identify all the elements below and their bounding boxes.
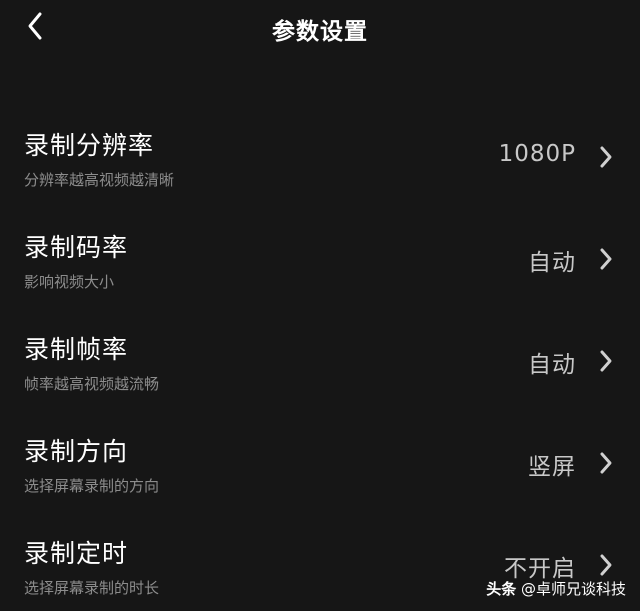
watermark: 头条 @卓师兄谈科技 bbox=[486, 578, 626, 599]
watermark-brand: 头条 bbox=[486, 580, 517, 598]
chevron-right-icon bbox=[598, 552, 614, 578]
setting-title: 录制帧率 bbox=[24, 335, 129, 364]
setting-description: 帧率越高视频越流畅 bbox=[24, 375, 160, 393]
setting-row-framerate[interactable]: 录制帧率 帧率越高视频越流畅 自动 bbox=[0, 308, 640, 410]
setting-value: 1080P bbox=[498, 141, 576, 167]
chevron-right-icon bbox=[598, 246, 614, 272]
setting-row-bitrate[interactable]: 录制码率 影响视频大小 自动 bbox=[0, 206, 640, 308]
setting-row-resolution[interactable]: 录制分辨率 分辨率越高视频越清晰 1080P bbox=[0, 104, 640, 206]
nav-bar: 参数设置 bbox=[0, 0, 640, 58]
page-title: 参数设置 bbox=[272, 19, 368, 45]
chevron-right-icon bbox=[598, 348, 614, 374]
setting-description: 选择屏幕录制的时长 bbox=[24, 579, 160, 597]
setting-title: 录制定时 bbox=[24, 539, 129, 568]
chevron-right-icon bbox=[598, 450, 614, 476]
setting-title: 录制码率 bbox=[24, 233, 129, 262]
setting-value: 自动 bbox=[528, 352, 576, 378]
settings-screen: 参数设置 录制分辨率 分辨率越高视频越清晰 1080P 录制码率 影响视频大小 … bbox=[0, 0, 640, 611]
setting-row-orientation[interactable]: 录制方向 选择屏幕录制的方向 竖屏 bbox=[0, 410, 640, 512]
watermark-handle: @卓师兄谈科技 bbox=[520, 580, 626, 598]
chevron-right-icon bbox=[598, 144, 614, 170]
setting-description: 选择屏幕录制的方向 bbox=[24, 477, 160, 495]
setting-title: 录制分辨率 bbox=[24, 131, 155, 160]
setting-title: 录制方向 bbox=[24, 437, 129, 466]
setting-description: 分辨率越高视频越清晰 bbox=[24, 171, 175, 189]
setting-value: 自动 bbox=[528, 250, 576, 276]
setting-value: 竖屏 bbox=[528, 454, 576, 480]
settings-list: 录制分辨率 分辨率越高视频越清晰 1080P 录制码率 影响视频大小 自动 录制… bbox=[0, 104, 640, 611]
setting-description: 影响视频大小 bbox=[24, 273, 115, 291]
